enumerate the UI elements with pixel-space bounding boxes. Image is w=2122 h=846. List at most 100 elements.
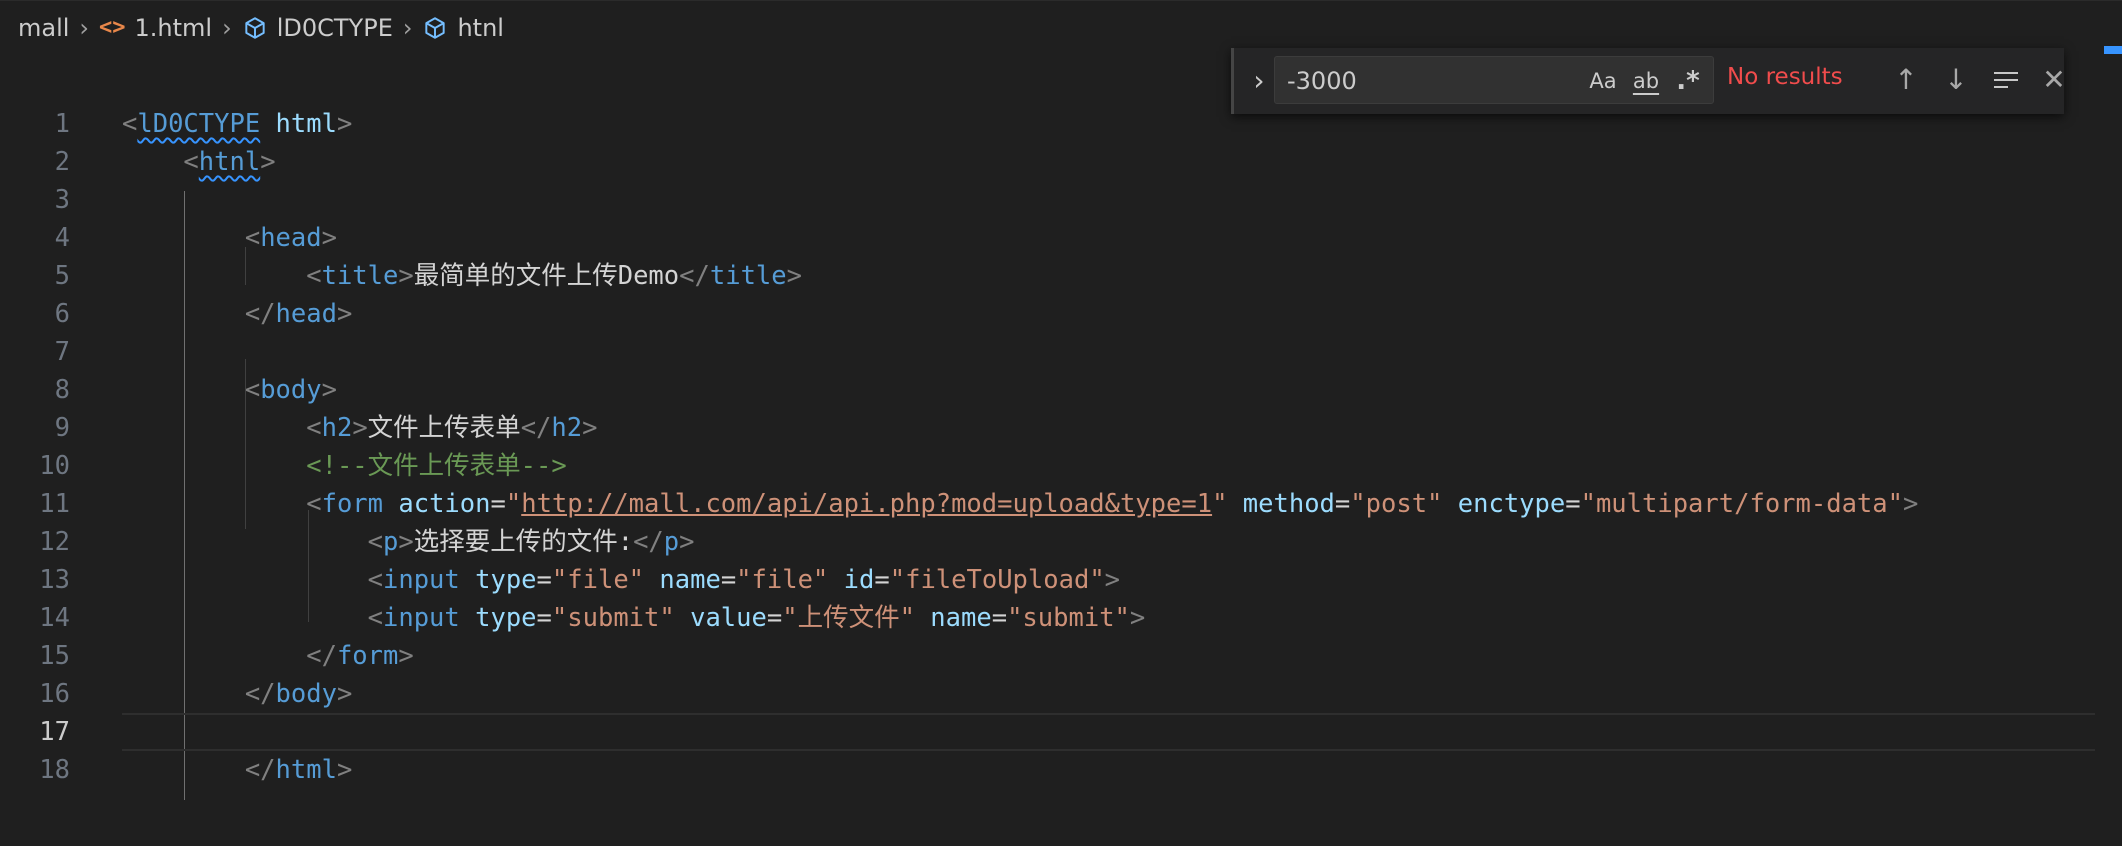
code-token: h2 [321,413,353,443]
find-input[interactable] [1285,63,1559,99]
regex-toggle[interactable]: .* [1673,66,1703,96]
code-token: "file" [736,565,829,595]
code-token: </ [244,755,276,785]
line-number: 14 [39,603,70,633]
code-token: < [122,109,138,139]
code-token: "fileToUpload" [889,565,1105,595]
code-line[interactable]: 5 <title>最简单的文件上传Demo</title> [0,257,2095,295]
code-content: </body> [122,675,353,713]
line-number: 10 [39,451,70,481]
code-line[interactable]: 14 <input type="submit" value="上传文件" nam… [0,599,2095,637]
code-content: <!--文件上传表单--> [122,447,567,485]
line-number: 13 [39,565,70,595]
code-token: < [367,603,383,633]
code-line[interactable]: 17 [0,713,2095,751]
code-line[interactable]: 13 <input type="file" name="file" id="fi… [0,561,2095,599]
code-content: <htnl> [122,143,275,181]
code-line[interactable]: 10 <!--文件上传表单--> [0,447,2095,485]
code-token: enctype [1457,489,1566,519]
code-icon: <> [99,15,126,40]
find-input-box[interactable]: Aa ab .* [1274,56,1714,104]
breadcrumb-symbol-doctype[interactable]: lD0CTYPE [242,14,393,42]
code-token: </ [633,527,664,557]
code-token: 最简单的文件上传Demo [413,261,680,291]
code-line[interactable]: 4 <head> [0,219,2095,257]
chevron-right-icon: › [402,13,413,42]
arrow-up-icon[interactable]: ↑ [1886,60,1926,100]
code-content: </form> [122,637,414,675]
code-token: " [505,489,522,519]
cube-icon [425,16,446,39]
code-line[interactable]: 8 <body> [0,371,2095,409]
code-token: h2 [551,413,583,443]
code-line[interactable]: 3 [0,181,2095,219]
code-token: p [383,527,399,557]
code-token: > [1903,489,1919,519]
close-icon[interactable]: ✕ [2034,60,2074,100]
line-number: 9 [54,413,70,443]
code-token: = [720,565,737,595]
code-line[interactable]: 9 <h2>文件上传表单</h2> [0,409,2095,447]
arrow-down-icon[interactable]: ↓ [1936,60,1976,100]
line-number: 16 [39,679,70,709]
code-token: = [766,603,783,633]
code-token: < [367,565,383,595]
chevron-right-icon: › [79,13,90,42]
code-token: form [336,641,399,671]
whole-word-toggle[interactable]: ab [1629,66,1663,96]
find-status: No results [1727,64,1843,90]
code-line[interactable]: 16 </body> [0,675,2095,713]
code-token: <!--文件上传表单--> [306,451,567,481]
chevron-right-icon[interactable]: › [1244,62,1274,100]
code-line[interactable]: 6 </head> [0,295,2095,333]
code-line[interactable]: 2 <htnl> [0,143,2095,181]
line-number: 1 [54,109,70,139]
code-token: = [991,603,1008,633]
line-number: 2 [54,147,70,177]
code-token: > [398,641,414,671]
code-line[interactable]: 15 </form> [0,637,2095,675]
code-token: = [536,603,552,633]
code-token: "post" [1350,489,1443,519]
breadcrumb-folder[interactable]: mall [18,14,69,42]
breadcrumb-file[interactable]: <> 1.html [99,14,212,42]
line-number: 7 [54,337,70,367]
code-token: > [336,679,353,709]
code-content: </head> [122,295,353,333]
code-token: type [475,603,537,633]
line-number: 12 [39,527,70,557]
code-token: id [843,565,875,595]
code-token: < [306,261,322,291]
code-token: > [786,261,802,291]
code-line[interactable]: 12 <p>选择要上传的文件:</p> [0,523,2095,561]
line-number: 15 [39,641,70,671]
code-token: type [475,565,537,595]
code-line[interactable]: 18 </html> [0,751,2095,789]
find-in-selection-icon[interactable] [1986,60,2026,100]
code-line[interactable]: 11 <form action="http://mall.com/api/api… [0,485,2095,523]
line-number: 11 [39,489,70,519]
code-line[interactable]: 7 [0,333,2095,371]
code-token: > [1104,565,1121,595]
breadcrumb-symbol-htnl[interactable]: htnl [422,14,504,42]
code-token: "file" [551,565,645,595]
match-case-toggle[interactable]: Aa [1587,66,1619,96]
code-token: = [536,565,552,595]
find-widget: › Aa ab .* No results ↑ ↓ ✕ [1231,48,2066,114]
code-editor[interactable]: 1 <lD0CTYPE html> 2 <htnl> 3 4 <head> 5 <titl… [0,105,2122,805]
code-token: head [275,299,337,329]
code-token: > [321,223,337,253]
code-token: title [321,261,399,291]
